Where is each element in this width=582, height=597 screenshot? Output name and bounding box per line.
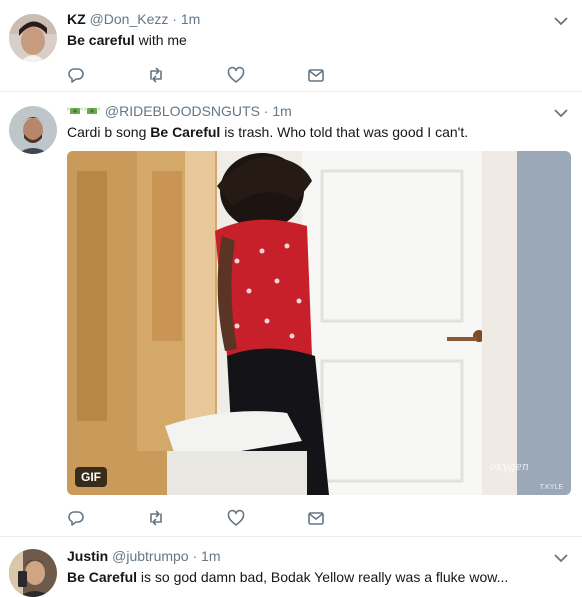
gif-frame (67, 151, 571, 495)
separator-dot: · (192, 548, 198, 564)
separator-dot: · (172, 11, 177, 27)
gif-media[interactable]: oxygen T.KYLE GIF (67, 151, 571, 495)
timestamp[interactable]: 1m (201, 548, 220, 564)
retweet-icon (150, 67, 162, 83)
tweet[interactable]: Justin @jubtrumpo · 1m Be Careful is so … (0, 537, 582, 597)
tweet-header: Justin @jubtrumpo · 1m (67, 547, 568, 565)
tweet-header: @RIDEBLOODSNGUTS · 1m (67, 102, 568, 120)
tweet-actions (67, 58, 568, 92)
avatar[interactable] (9, 549, 57, 597)
separator-dot: · (263, 103, 269, 119)
dm-button[interactable] (307, 65, 387, 85)
chevron-down-icon[interactable] (554, 108, 568, 118)
display-name[interactable] (67, 103, 105, 119)
tweet-actions (67, 501, 568, 535)
tweet-text-before: Cardi b song (67, 124, 151, 140)
dm-button[interactable] (307, 508, 387, 528)
highlighted-term: Be careful (67, 32, 135, 48)
tweet-text: Be careful with me (67, 31, 568, 50)
reply-button[interactable] (67, 65, 147, 85)
like-button[interactable] (227, 508, 307, 528)
tweet-text-rest: with me (134, 32, 187, 48)
heart-icon (227, 66, 245, 83)
retweet-button[interactable] (147, 508, 227, 528)
highlighted-term: Be Careful (67, 569, 138, 585)
display-name[interactable]: Justin (67, 548, 108, 564)
tweet-text-rest: is so god damn bad, Bodak Yellow really … (137, 569, 509, 585)
heart-icon (227, 509, 245, 526)
tweet-text: Be Careful is so god damn bad, Bodak Yel… (67, 568, 568, 587)
retweet-icon (150, 510, 162, 526)
display-name[interactable]: KZ (67, 11, 86, 27)
gif-credit: T.KYLE (539, 484, 563, 491)
user-handle[interactable]: @Don_Kezz (90, 11, 169, 27)
tweet-text-after: is trash. Who told that was good I can't… (220, 124, 469, 140)
money-with-wings-icon (67, 107, 83, 114)
timestamp[interactable]: 1m (272, 103, 291, 119)
user-handle[interactable]: @jubtrumpo (112, 548, 188, 564)
tweet-text: Cardi b song Be Careful is trash. Who to… (67, 123, 568, 142)
envelope-icon (308, 512, 324, 525)
highlighted-term: Be Careful (150, 124, 221, 140)
reply-icon (68, 68, 84, 83)
avatar[interactable] (9, 14, 57, 62)
reply-icon (68, 511, 84, 526)
money-with-wings-icon (84, 107, 100, 114)
timestamp[interactable]: 1m (181, 11, 200, 27)
user-handle[interactable]: @RIDEBLOODSNGUTS (105, 103, 260, 119)
chevron-down-icon[interactable] (554, 16, 568, 26)
tweet-header: KZ @Don_Kezz · 1m (67, 10, 568, 28)
gif-watermark: oxygen (489, 460, 529, 473)
tweet[interactable]: @RIDEBLOODSNGUTS · 1m Cardi b song Be Ca… (0, 92, 582, 537)
tweet[interactable]: KZ @Don_Kezz · 1m Be careful with me (0, 0, 582, 92)
envelope-icon (308, 69, 324, 82)
like-button[interactable] (227, 65, 307, 85)
reply-button[interactable] (67, 508, 147, 528)
retweet-button[interactable] (147, 65, 227, 85)
gif-badge: GIF (75, 467, 107, 487)
chevron-down-icon[interactable] (554, 553, 568, 563)
avatar[interactable] (9, 106, 57, 154)
